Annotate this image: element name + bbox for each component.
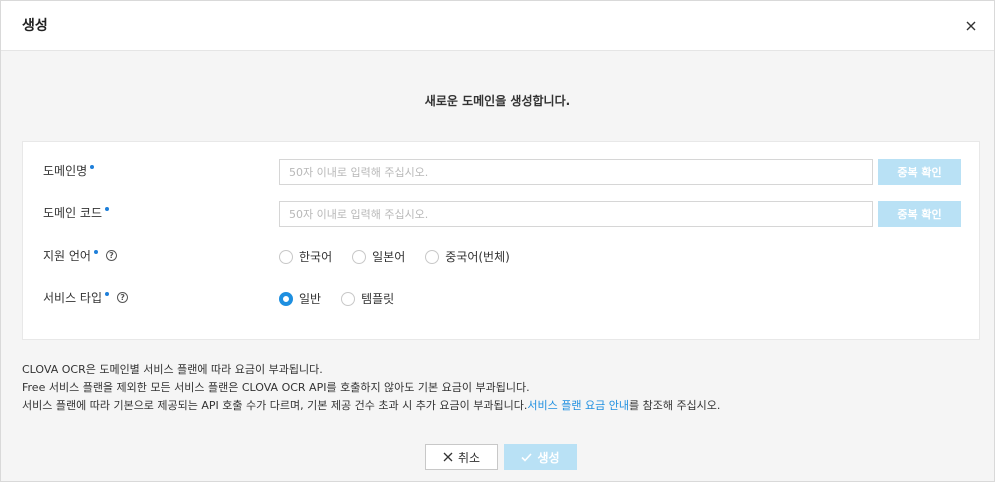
domain-code-label: 도메인 코드 — [43, 204, 110, 221]
radio-label: 한국어 — [299, 250, 333, 264]
radio-button[interactable] — [279, 249, 293, 264]
service-type-label-text: 서비스 타입 — [43, 291, 103, 305]
radio-label: 템플릿 — [361, 292, 395, 306]
radio-label: 중국어(번체) — [445, 250, 510, 264]
required-indicator — [93, 249, 98, 254]
radio-button[interactable] — [425, 249, 440, 264]
check-icon — [521, 452, 533, 462]
radio-label: 일반 — [299, 292, 322, 306]
language-option-korean[interactable]: 한국어 — [279, 248, 332, 265]
pricing-guide-link[interactable]: 서비스 플랜 요금 안내 — [527, 399, 629, 412]
domain-name-input[interactable] — [279, 159, 873, 185]
close-icon[interactable] — [964, 19, 978, 33]
language-label-text: 지원 언어 — [43, 249, 91, 263]
close-icon — [443, 452, 453, 462]
note-line: 서비스 플랜에 따라 기본으로 제공되는 API 호출 수가 다르며, 기본 제… — [22, 397, 720, 415]
billing-notes: CLOVA OCR은 도메인별 서비스 플랜에 따라 요금이 부과됩니다. Fr… — [22, 361, 720, 415]
create-button[interactable]: 생성 — [504, 444, 577, 470]
domain-code-label-text: 도메인 코드 — [43, 206, 103, 220]
service-type-radio-group: 일반 템플릿 — [279, 290, 414, 307]
domain-code-input[interactable] — [279, 201, 873, 227]
language-radio-group: 한국어 일본어 중국어(번체) — [279, 248, 530, 265]
help-icon[interactable]: ? — [117, 292, 129, 303]
intro-text: 새로운 도메인을 생성합니다. — [424, 94, 571, 108]
note-text: 서비스 플랜에 따라 기본으로 제공되는 API 호출 수가 다르며, 기본 제… — [22, 399, 528, 412]
domain-form: 도메인명 중복 확인 도메인 코드 중복 확인 지원 언어 ? 한국어 일본어 — [22, 141, 980, 340]
create-label: 생성 — [537, 450, 560, 465]
domain-code-duplicate-check-button[interactable]: 중복 확인 — [878, 201, 961, 227]
create-domain-dialog: 생성 새로운 도메인을 생성합니다. 도메인명 중복 확인 도메인 코드 중복 … — [0, 0, 995, 482]
cancel-button[interactable]: 취소 — [425, 444, 498, 470]
required-indicator — [105, 291, 110, 296]
cancel-label: 취소 — [457, 450, 481, 465]
service-type-label: 서비스 타입 ? — [43, 289, 129, 306]
language-option-chinese-traditional[interactable]: 중국어(번체) — [425, 248, 510, 265]
dialog-title: 생성 — [22, 18, 48, 34]
required-indicator — [90, 164, 95, 169]
domain-name-duplicate-check-button[interactable]: 중복 확인 — [878, 159, 961, 185]
service-type-option-general[interactable]: 일반 — [279, 290, 321, 307]
help-icon[interactable]: ? — [105, 250, 117, 261]
dialog-header: 생성 — [1, 1, 994, 51]
radio-button[interactable] — [352, 249, 367, 264]
service-type-option-template[interactable]: 템플릿 — [341, 290, 394, 307]
domain-name-label-text: 도메인명 — [43, 164, 88, 178]
radio-label: 일본어 — [372, 250, 406, 264]
note-line: CLOVA OCR은 도메인별 서비스 플랜에 따라 요금이 부과됩니다. — [22, 363, 323, 376]
radio-button[interactable] — [341, 291, 356, 306]
note-line: Free 서비스 플랜을 제외한 모든 서비스 플랜은 CLOVA OCR AP… — [22, 381, 530, 394]
language-option-japanese[interactable]: 일본어 — [352, 248, 405, 265]
required-indicator — [105, 206, 110, 211]
language-label: 지원 언어 ? — [43, 247, 117, 264]
radio-button-checked[interactable] — [279, 291, 293, 306]
dialog-footer: 취소 생성 — [425, 444, 577, 470]
domain-name-label: 도메인명 — [43, 162, 95, 179]
note-text: 를 참조해 주십시오. — [628, 399, 721, 412]
